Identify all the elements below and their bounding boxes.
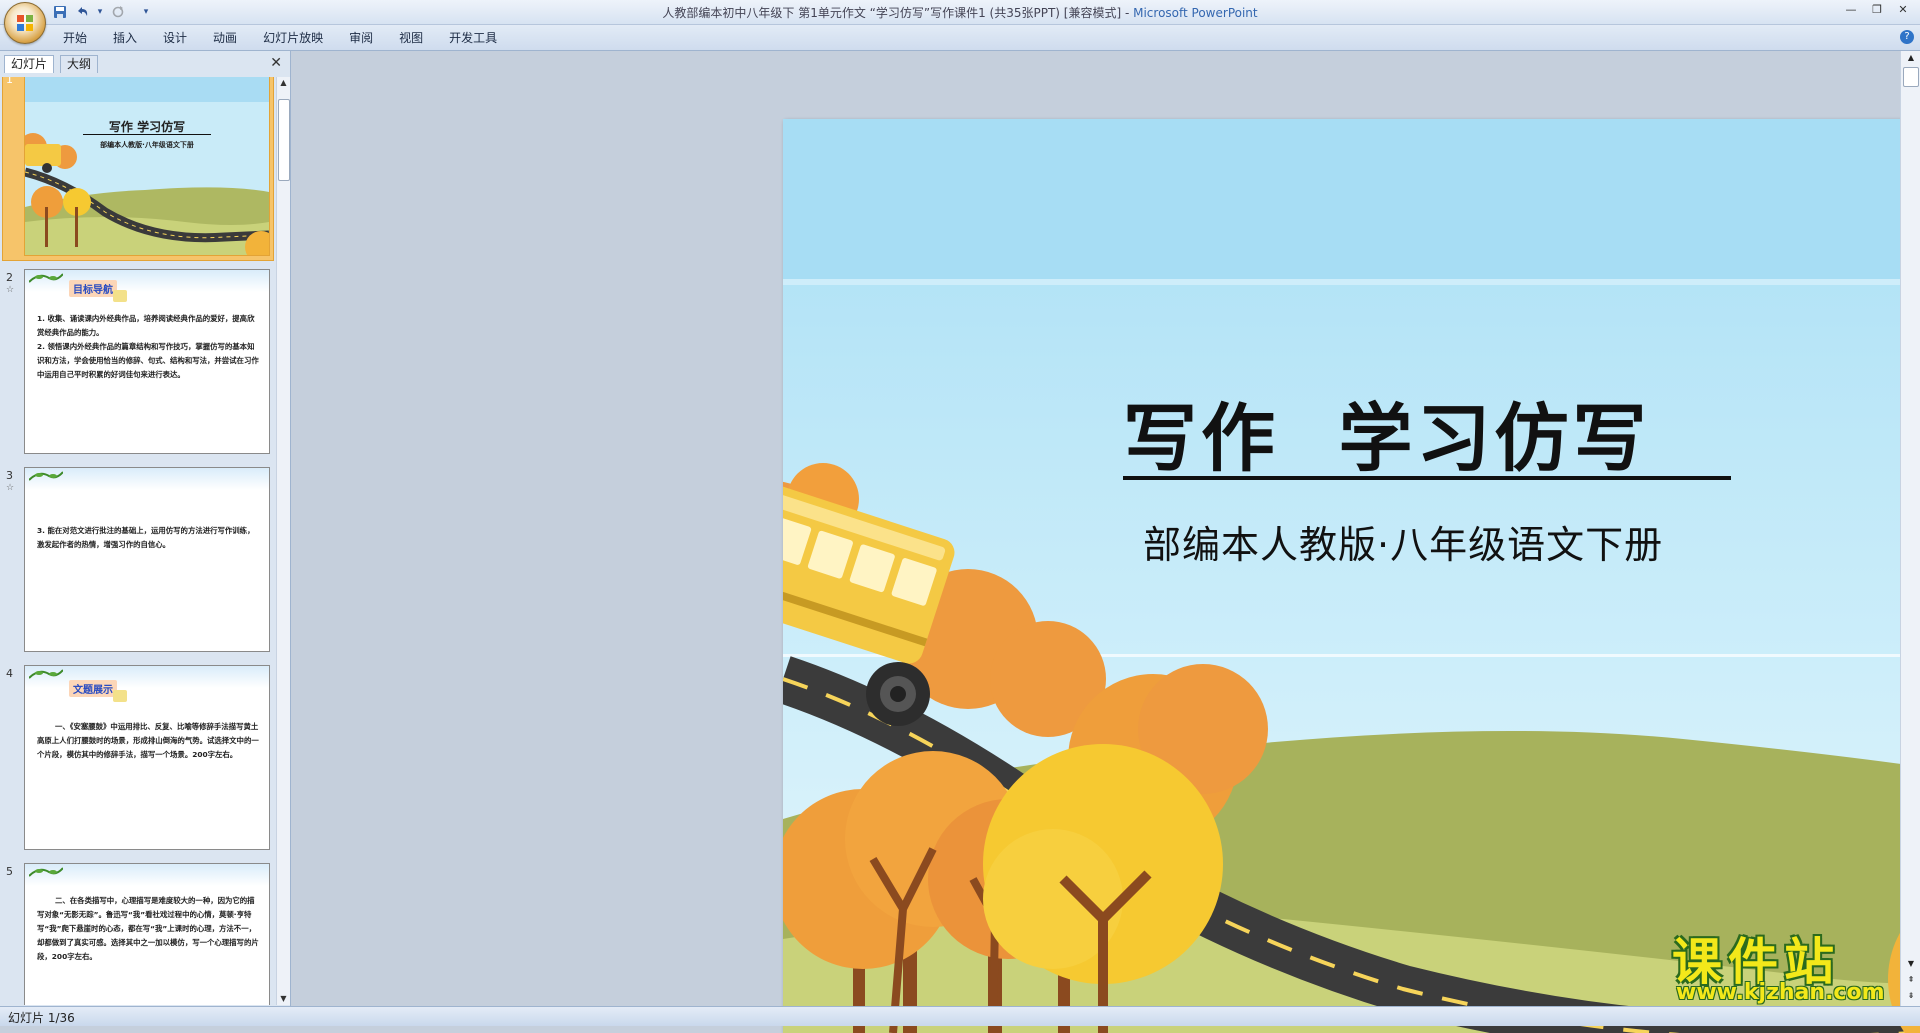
slide-editing-area: 写作 学习仿写 部编本人教版·八年级语文下册 — [291, 51, 1920, 1033]
thumbnail-number: 1 — [6, 77, 13, 86]
thumbnail-text: 3. 能在对范文进行批注的基础上，运用仿写的方法进行写作训练，激发起作者的热情，… — [37, 526, 255, 549]
scroll-up-icon[interactable]: ▲ — [277, 77, 290, 89]
ribbon-tabs: 开始 插入 设计 动画 幻灯片放映 审阅 视图 开发工具 — [50, 29, 510, 47]
app-name: Microsoft PowerPoint — [1133, 6, 1258, 20]
next-slide-icon[interactable]: ⇟ — [1903, 991, 1919, 1000]
title-bar: ▾ ▾ 人教部编本初中八年级下 第1单元作文 “学习仿写”写作课件1 (共35张… — [0, 0, 1920, 25]
pane-tabs: 幻灯片 大纲 ✕ — [2, 53, 288, 73]
office-logo-icon — [17, 15, 33, 31]
thumbnail-text: 二、在各类描写中，心理描写是难度较大的一种，因为它的描写对象“无影无踪”。鲁迅写… — [37, 896, 259, 961]
tab-home[interactable]: 开始 — [50, 29, 100, 47]
thumbnail-list: 1 写作 学习仿写 部编本人教版·八年级语文下册 2 ☆ 目标导航 1. 收集、… — [0, 77, 274, 1005]
slide-thumbnail-5[interactable]: 5 二、在各类描写中，心理描写是难度较大的一种，因为它的描写对象“无影无踪”。鲁… — [0, 861, 274, 1005]
tab-slides[interactable]: 幻灯片 — [4, 55, 55, 73]
tab-developer[interactable]: 开发工具 — [436, 29, 510, 47]
thumbnail-tag: 文题展示 — [69, 680, 127, 702]
slide-subtitle[interactable]: 部编本人教版·八年级语文下册 — [1143, 514, 1663, 569]
tab-view[interactable]: 视图 — [386, 29, 436, 47]
minimize-button[interactable]: — — [1838, 0, 1864, 18]
current-slide[interactable]: 写作 学习仿写 部编本人教版·八年级语文下册 — [783, 119, 1920, 1033]
thumbnail-number: 3 — [6, 469, 13, 482]
vine-icon — [29, 471, 63, 481]
thumbnail-rule — [83, 134, 211, 135]
slide-thumbnail-1[interactable]: 1 写作 学习仿写 部编本人教版·八年级语文下册 — [0, 77, 274, 261]
ribbon: 开始 插入 设计 动画 幻灯片放映 审阅 视图 开发工具 ? — [0, 25, 1920, 51]
window-controls: — ❐ ✕ — [1838, 0, 1916, 18]
animation-star-icon: ☆ — [6, 483, 15, 493]
thumbnail-preview: 二、在各类描写中，心理描写是难度较大的一种，因为它的描写对象“无影无踪”。鲁迅写… — [24, 863, 270, 1005]
thumbnail-number: 4 — [6, 667, 13, 680]
thumbnail-subtitle: 部编本人教版·八年级语文下册 — [100, 141, 194, 149]
status-bar: 幻灯片 1/36 — [0, 1006, 1920, 1026]
thumbnail-preview: 目标导航 1. 收集、诵读课内外经典作品，培养阅读经典作品的爱好，提高欣赏经典作… — [24, 269, 270, 454]
scroll-up-icon[interactable]: ▲ — [1903, 53, 1919, 62]
tab-slideshow[interactable]: 幻灯片放映 — [250, 29, 336, 47]
animation-star-icon: ☆ — [6, 285, 15, 295]
scroll-thumb[interactable] — [1903, 67, 1919, 87]
close-button[interactable]: ✕ — [1890, 0, 1916, 18]
watermark-url: www.kjzhan.com — [1676, 980, 1885, 1005]
thumbnail-preview: 3. 能在对范文进行批注的基础上，运用仿写的方法进行写作训练，激发起作者的热情，… — [24, 467, 270, 652]
help-icon[interactable]: ? — [1900, 30, 1914, 44]
thumbnail-art — [25, 77, 269, 255]
tab-review[interactable]: 审阅 — [336, 29, 386, 47]
vine-icon — [29, 273, 63, 283]
scroll-thumb[interactable] — [278, 99, 290, 181]
scroll-down-icon[interactable]: ▼ — [277, 993, 290, 1005]
site-watermark: 课件站 www.kjzhan.com — [1668, 922, 1898, 1007]
slide-counter: 幻灯片 1/36 — [8, 1011, 75, 1025]
thumbnail-preview: 文题展示 一、《安塞腰鼓》中运用排比、反复、比喻等修辞手法描写黄土高原上人们打腰… — [24, 665, 270, 850]
office-button[interactable] — [4, 2, 46, 44]
thumbnail-scrollbar[interactable]: ▲ ▼ — [276, 77, 290, 1005]
previous-slide-icon[interactable]: ⇞ — [1903, 975, 1919, 984]
slide-thumbnail-2[interactable]: 2 ☆ 目标导航 1. 收集、诵读课内外经典作品，培养阅读经典作品的爱好，提高欣… — [0, 267, 274, 457]
close-pane-icon[interactable]: ✕ — [270, 55, 282, 71]
tab-design[interactable]: 设计 — [150, 29, 200, 47]
vine-icon — [29, 669, 63, 679]
thumbnail-number: 2 — [6, 271, 13, 284]
slide-thumbnail-3[interactable]: 3 ☆ 3. 能在对范文进行批注的基础上，运用仿写的方法进行写作训练，激发起作者… — [0, 465, 274, 655]
document-title: 人教部编本初中八年级下 第1单元作文 “学习仿写”写作课件1 (共35张PPT)… — [662, 6, 1134, 20]
vine-icon — [29, 867, 63, 877]
tab-outline[interactable]: 大纲 — [60, 55, 99, 73]
thumbnail-number: 5 — [6, 865, 13, 878]
restore-button[interactable]: ❐ — [1864, 0, 1890, 18]
window-title: 人教部编本初中八年级下 第1单元作文 “学习仿写”写作课件1 (共35张PPT)… — [0, 4, 1920, 21]
slide-background-illustration — [783, 119, 1920, 1033]
slide-title[interactable]: 写作 学习仿写 — [1123, 379, 1651, 486]
tab-insert[interactable]: 插入 — [100, 29, 150, 47]
thumbnail-tag: 目标导航 — [69, 280, 127, 302]
slides-pane: 幻灯片 大纲 ✕ 1 写作 学习仿写 部编本人教版·八年级语文下册 2 ☆ 目标… — [0, 51, 291, 1006]
tab-animations[interactable]: 动画 — [200, 29, 250, 47]
scroll-down-icon[interactable]: ▼ — [1903, 959, 1919, 968]
title-underline — [1123, 476, 1731, 480]
thumbnail-title: 写作 学习仿写 — [108, 120, 186, 134]
thumbnail-text: 一、《安塞腰鼓》中运用排比、反复、比喻等修辞手法描写黄土高原上人们打腰鼓时的场景… — [37, 722, 259, 759]
thumbnail-text: 1. 收集、诵读课内外经典作品，培养阅读经典作品的爱好，提高欣赏经典作品的能力。… — [37, 314, 259, 379]
slide-thumbnail-4[interactable]: 4 文题展示 一、《安塞腰鼓》中运用排比、反复、比喻等修辞手法描写黄土高原上人们… — [0, 663, 274, 853]
thumbnail-preview: 写作 学习仿写 部编本人教版·八年级语文下册 — [24, 77, 270, 256]
slide-scrollbar[interactable]: ▲ ▼ ⇞ ⇟ — [1900, 51, 1920, 1006]
